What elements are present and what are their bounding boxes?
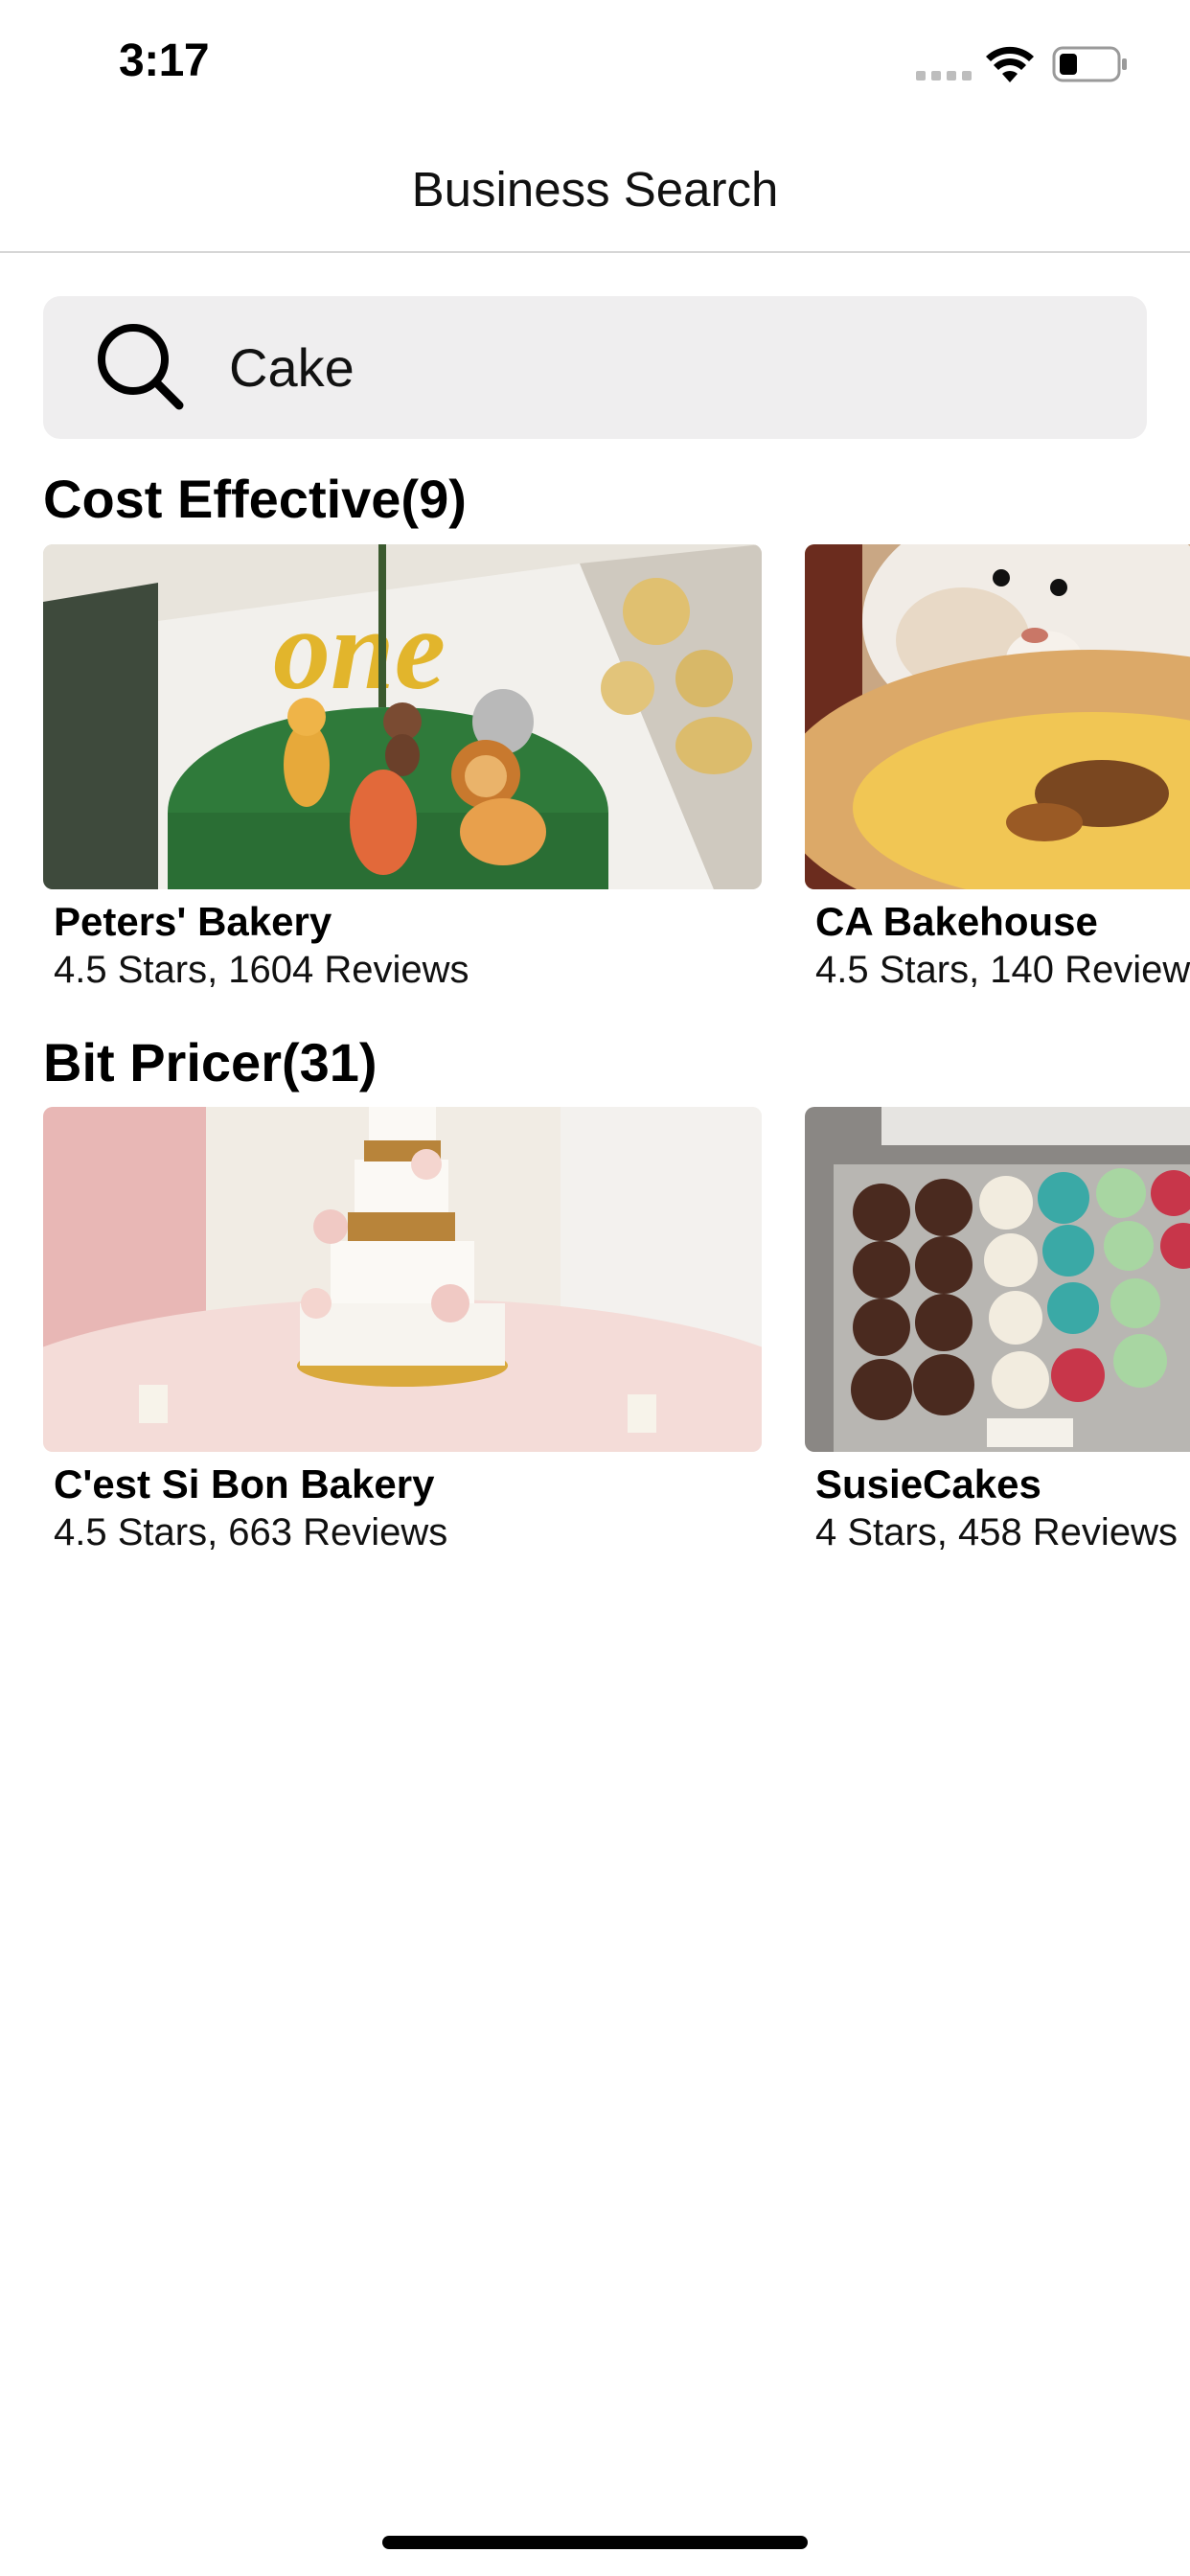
business-card[interactable]: one Peters' Bakery 4.5 Stars, 1604 Revie… bbox=[43, 544, 762, 1004]
business-name: Peters' Bakery bbox=[54, 899, 332, 944]
business-name: C'est Si Bon Bakery bbox=[54, 1461, 435, 1506]
search-input[interactable] bbox=[229, 296, 1091, 439]
business-photo[interactable] bbox=[805, 1107, 1190, 1452]
business-name: SusieCakes bbox=[815, 1461, 1041, 1506]
page-title: Business Search bbox=[411, 162, 779, 217]
status-time: 3:17 bbox=[119, 35, 210, 86]
status-bar: 3:17 bbox=[0, 0, 1190, 126]
wifi-icon bbox=[986, 46, 1034, 82]
section-title-bit-pricer: Bit Pricer(31) bbox=[43, 1032, 378, 1092]
search-bar[interactable] bbox=[43, 296, 1147, 439]
business-card[interactable]: SusieCakes 4 Stars, 458 Reviews bbox=[805, 1107, 1190, 1567]
business-card[interactable]: CA Bakehouse 4.5 Stars, 140 Reviews bbox=[805, 544, 1190, 1004]
battery-icon bbox=[1052, 46, 1127, 82]
nav-bar: Business Search bbox=[0, 126, 1190, 253]
business-carousel-cost-effective[interactable]: one Peters' Bakery 4.5 Stars, 1604 Revie… bbox=[0, 544, 1190, 1004]
business-photo[interactable]: one bbox=[43, 544, 762, 889]
business-name: CA Bakehouse bbox=[815, 899, 1098, 944]
svg-text:one: one bbox=[273, 586, 446, 713]
section-title-cost-effective: Cost Effective(9) bbox=[43, 469, 467, 529]
business-rating: 4.5 Stars, 663 Reviews bbox=[54, 1511, 448, 1553]
business-rating: 4 Stars, 458 Reviews bbox=[815, 1511, 1178, 1553]
business-photo[interactable] bbox=[805, 544, 1190, 889]
business-carousel-bit-pricer[interactable]: C'est Si Bon Bakery 4.5 Stars, 663 Revie… bbox=[0, 1107, 1190, 1567]
business-card[interactable]: C'est Si Bon Bakery 4.5 Stars, 663 Revie… bbox=[43, 1107, 762, 1567]
home-indicator[interactable] bbox=[382, 2536, 808, 2549]
business-photo[interactable] bbox=[43, 1107, 762, 1452]
search-icon bbox=[98, 324, 184, 410]
business-rating: 4.5 Stars, 140 Reviews bbox=[815, 949, 1190, 991]
signal-icon bbox=[916, 71, 972, 80]
business-rating: 4.5 Stars, 1604 Reviews bbox=[54, 949, 469, 991]
